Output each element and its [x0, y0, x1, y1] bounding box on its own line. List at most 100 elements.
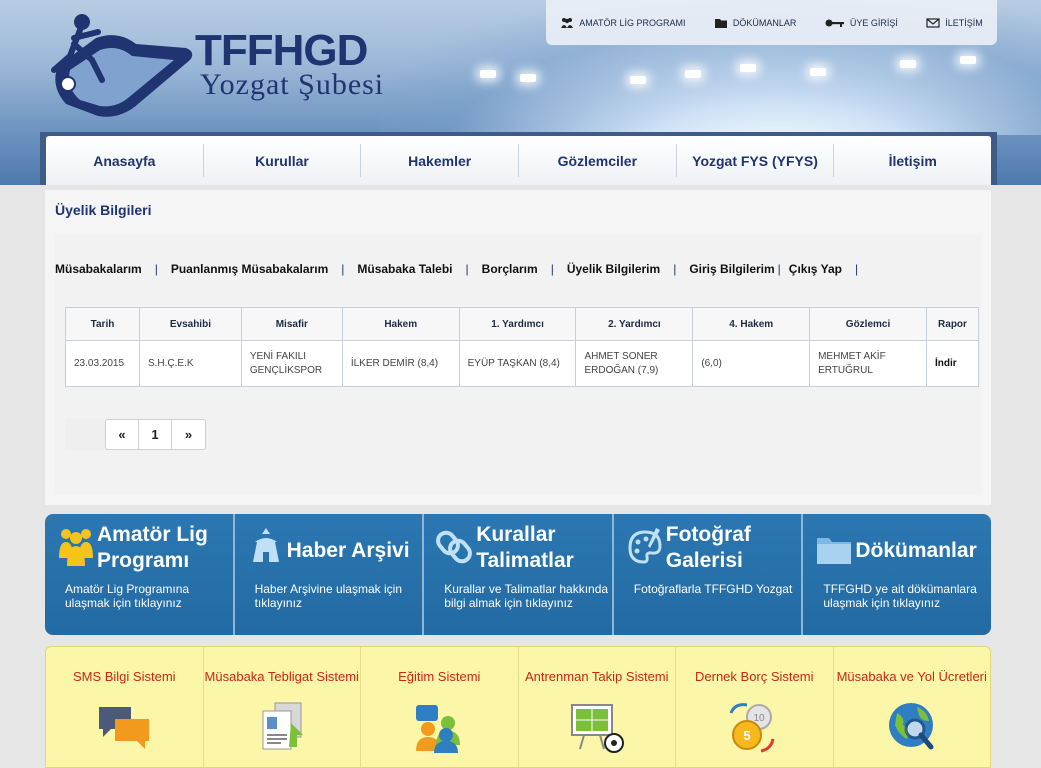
users-icon: [416, 705, 461, 753]
coins-icon: 10 5: [729, 703, 775, 753]
content-panel: Üyelik Bilgileri Müsabakalarım | Puanlan…: [45, 190, 991, 505]
tile-title: Amatör Lig Programı: [97, 523, 208, 572]
tile-title: Fotoğraf Galerisi: [665, 523, 751, 572]
tile-description: Kurallar ve Talimatlar hakkında bilgi al…: [444, 582, 609, 610]
nav-item-iletisim[interactable]: İletişim: [834, 144, 991, 177]
envelope-icon: [926, 17, 940, 28]
tile-title: Kurallar Talimatlar: [476, 523, 574, 572]
pagination: « 1 »: [105, 419, 206, 450]
chat-bubbles-icon: [99, 707, 150, 749]
submenu-uyelik-bilgilerim[interactable]: Üyelik Bilgilerim: [567, 262, 660, 276]
system-label: Antrenman Takip Sistemi: [524, 669, 669, 684]
nav-item-hakemler[interactable]: Hakemler: [361, 144, 520, 177]
member-submenu: Müsabakalarım | Puanlanmış Müsabakalarım…: [55, 262, 871, 276]
cell-gozlemci: MEHMET AKİF ERTUĞRUL: [809, 340, 927, 387]
tactics-board-icon: [570, 704, 624, 753]
system-label: SMS Bilgi Sistemi: [72, 669, 176, 684]
submenu-musabaka-talebi[interactable]: Müsabaka Talebi: [357, 262, 452, 276]
system-label: Eğitim Sistemi: [398, 669, 481, 684]
system-sms[interactable]: SMS Bilgi Sistemi: [46, 647, 204, 767]
pager-next-button[interactable]: »: [172, 420, 205, 449]
cell-tarih: 23.03.2015: [65, 340, 140, 387]
whistle-logo-icon[interactable]: [40, 8, 200, 128]
table-header-row: Tarih Evsahibi Misafir Hakem 1. Yardımcı…: [65, 307, 980, 341]
tile-fotograf-galerisi[interactable]: Fotoğraf Galerisi Fotoğraflarla TFFGHD Y…: [614, 514, 804, 635]
matches-table: Tarih Evsahibi Misafir Hakem 1. Yardımcı…: [65, 307, 980, 387]
column-header: 4. Hakem: [692, 307, 811, 341]
system-label: Müsabaka Tebligat Sistemi: [204, 669, 359, 684]
system-dernek-borc[interactable]: Dernek Borç Sistemi 10 5: [676, 647, 834, 767]
page-title: Üyelik Bilgileri: [55, 202, 152, 218]
submenu-puanlanmis[interactable]: Puanlanmış Müsabakalarım: [171, 262, 328, 276]
cell-yardimci-1: EYÜP TAŞKAN (8,4): [458, 340, 577, 387]
top-link-uye-girisi[interactable]: ÜYE GİRİŞİ: [825, 16, 898, 30]
column-header: Gözlemci: [809, 307, 927, 341]
download-report-link[interactable]: İndir: [925, 340, 980, 387]
nav-item-anasayfa[interactable]: Anasayfa: [46, 144, 204, 177]
submenu-separator: |: [154, 262, 158, 276]
system-tebligat[interactable]: Müsabaka Tebligat Sistemi: [204, 647, 361, 767]
column-header: 1. Yardımcı: [458, 307, 577, 341]
people-icon: [59, 529, 93, 566]
pager-prev-button[interactable]: «: [106, 420, 139, 449]
tile-description: Haber Arşivine ulaşmak için tıklayınız: [254, 582, 402, 610]
submenu-cikis-yap[interactable]: Çıkış Yap: [789, 262, 842, 276]
table-row: 23.03.2015 S.H.Ç.E.K YENİ FAKILI GENÇLİK…: [65, 340, 980, 387]
system-antrenman[interactable]: Antrenman Takip Sistemi: [519, 647, 676, 767]
tile-description: Amatör Lig Programına ulaşmak için tıkla…: [65, 582, 190, 610]
column-header: Evsahibi: [138, 307, 242, 341]
folder-icon: [714, 18, 727, 28]
nav-item-gozlemciler[interactable]: Gözlemciler: [519, 144, 677, 177]
tile-amator-lig[interactable]: Amatör Lig Programı Amatör Lig Programın…: [45, 514, 235, 635]
top-link-label: İLETİŞİM: [945, 17, 983, 28]
column-header: Rapor: [925, 307, 980, 341]
cell-hakem-4: (6,0): [692, 340, 811, 387]
palette-icon: [628, 528, 662, 564]
cell-yardimci-2: AHMET SONER ERDOĞAN (7,9): [575, 340, 694, 387]
brand-subtitle[interactable]: Yozgat Şubesi: [200, 68, 384, 102]
systems-bar: SMS Bilgi Sistemi Müsabaka Tebligat Sist…: [45, 646, 991, 768]
submenu-borclarim[interactable]: Borçlarım: [482, 262, 538, 276]
globe-search-icon: [888, 703, 934, 750]
submenu-separator: |: [777, 262, 781, 276]
folder-icon: [817, 538, 852, 564]
svg-text:5: 5: [744, 728, 751, 743]
tile-kurallar[interactable]: Kurallar Talimatlar Kurallar ve Talimatl…: [424, 514, 614, 635]
submenu-musabakalarim[interactable]: Müsabakalarım: [55, 262, 142, 276]
nav-item-yfys[interactable]: Yozgat FYS (YFYS): [677, 144, 835, 177]
column-header: 2. Yardımcı: [575, 307, 694, 341]
pager-page-1[interactable]: 1: [139, 420, 172, 449]
submenu-separator: |: [854, 262, 859, 276]
top-link-label: DÖKÜMANLAR: [732, 17, 797, 28]
submenu-separator: |: [550, 262, 554, 276]
column-header: Hakem: [341, 307, 460, 341]
nav-item-kurullar[interactable]: Kurullar: [204, 144, 362, 177]
people-icon: [561, 17, 574, 28]
top-link-dokumanlar[interactable]: DÖKÜMANLAR: [714, 16, 797, 30]
top-links-bar: AMATÖR LİG PROGRAMI DÖKÜMANLAR ÜYE GİRİŞ…: [546, 0, 997, 45]
submenu-separator: |: [341, 262, 345, 276]
tile-title: Haber Arşivi: [286, 539, 410, 562]
tile-dokumanlar[interactable]: Dökümanlar TFFGHD ye ait dökümanlara ula…: [803, 514, 991, 635]
documents-icon: [262, 702, 303, 750]
tile-title: Dökümanlar: [855, 539, 977, 562]
submenu-separator: |: [673, 262, 677, 276]
top-link-label: ÜYE GİRİŞİ: [849, 17, 898, 28]
main-nav-bar: Anasayfa Kurullar Hakemler Gözlemciler Y…: [46, 136, 991, 185]
top-link-amator-lig[interactable]: AMATÖR LİG PROGRAMI: [560, 16, 686, 30]
tent-icon: [252, 528, 279, 562]
cell-hakem: İLKER DEMİR (8,4): [341, 340, 460, 387]
submenu-giris-bilgilerim[interactable]: Giriş Bilgilerim: [689, 262, 774, 276]
system-egitim[interactable]: Eğitim Sistemi: [361, 647, 519, 767]
key-icon: [825, 19, 844, 27]
top-link-label: AMATÖR LİG PROGRAMI: [579, 17, 686, 28]
tile-haber-arsivi[interactable]: Haber Arşivi Haber Arşivine ulaşmak için…: [235, 514, 425, 635]
system-label: Dernek Borç Sistemi: [695, 669, 814, 684]
svg-text:10: 10: [754, 713, 766, 724]
system-label: Müsabaka ve Yol Ücretleri: [836, 669, 987, 684]
tile-description: TFFGHD ye ait dökümanlara ulaşmak için t…: [823, 582, 977, 610]
tile-description: Fotoğraflarla TFFGHD Yozgat: [633, 582, 793, 596]
system-yol-ucretleri[interactable]: Müsabaka ve Yol Ücretleri: [834, 647, 991, 767]
top-link-iletisim[interactable]: İLETİŞİM: [926, 16, 983, 30]
cell-evsahibi: S.H.Ç.E.K: [138, 340, 242, 387]
